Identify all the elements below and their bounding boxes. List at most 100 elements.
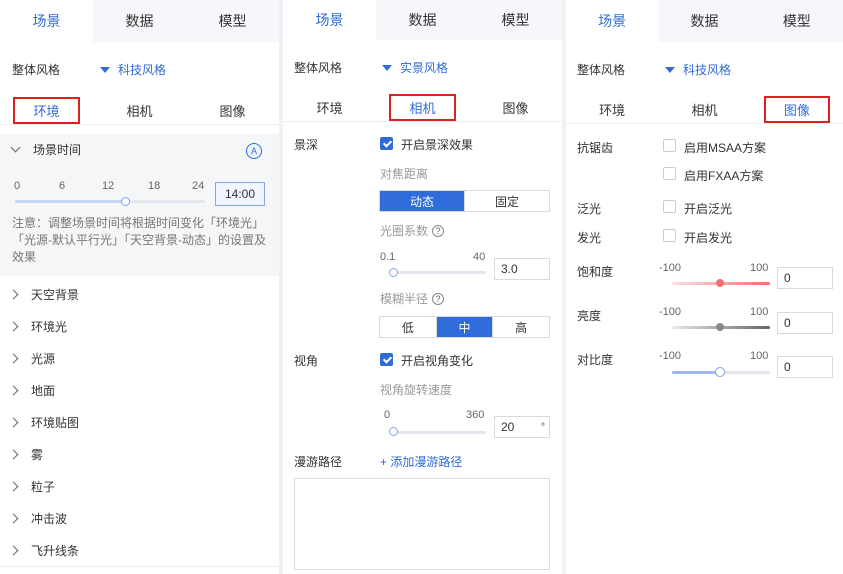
style-select[interactable]: 科技风格	[665, 61, 731, 78]
accordion-item-rising-lines[interactable]: 飞升线条	[0, 534, 279, 567]
accordion-item-envmap[interactable]: 环境贴图	[0, 406, 279, 439]
rotate-input[interactable]: 20 °	[494, 416, 550, 438]
chevron-right-icon	[8, 417, 19, 427]
focus-fixed-button[interactable]: 固定	[465, 191, 549, 211]
subtab-camera[interactable]: 相机	[93, 96, 186, 124]
add-path-link[interactable]: + 添加漫游路径	[380, 453, 462, 470]
accordion-item-ground[interactable]: 地面	[0, 374, 279, 407]
depth-checkbox[interactable]	[380, 137, 393, 150]
blur-low-button[interactable]: 低	[380, 317, 437, 337]
accordion-label: 粒子	[31, 479, 56, 494]
glow-checkbox[interactable]	[663, 229, 676, 242]
view-checkbox-label: 开启视角变化	[401, 354, 474, 368]
saturation-label: 饱和度	[577, 265, 614, 279]
accordion-label: 飞升线条	[31, 543, 80, 558]
auto-time-icon[interactable]: A	[246, 143, 262, 159]
contrast-slider-handle[interactable]	[715, 367, 725, 377]
tab-scene[interactable]: 场景	[566, 0, 659, 42]
tab-data[interactable]: 数据	[376, 0, 469, 40]
focus-dynamic-button[interactable]: 动态	[380, 191, 465, 211]
glow-label: 发光	[577, 231, 602, 245]
accordion-item-fog[interactable]: 雾	[0, 438, 279, 471]
accordion-item-light[interactable]: 光源	[0, 342, 279, 375]
subtab-camera-label: 相机	[389, 93, 456, 121]
brightness-label: 亮度	[577, 309, 602, 323]
fxaa-label: 启用FXAA方案	[684, 169, 764, 183]
accordion-label: 环境光	[31, 319, 68, 334]
subtab-environment[interactable]: 环境	[566, 95, 658, 123]
msaa-checkbox[interactable]	[663, 139, 676, 152]
rotate-slider-track[interactable]	[391, 431, 486, 434]
style-label: 整体风格	[294, 61, 343, 75]
scene-time-header[interactable]: 场景时间	[0, 134, 279, 164]
dropdown-arrow-icon	[382, 64, 392, 71]
brightness-slider-handle[interactable]	[716, 323, 724, 331]
degree-unit: °	[541, 421, 545, 433]
tick-0: 0	[14, 180, 21, 192]
fxaa-checkbox[interactable]	[663, 167, 676, 180]
tab-scene[interactable]: 场景	[0, 0, 93, 42]
rotate-speed-label: 视角旋转速度	[380, 383, 453, 397]
chevron-right-icon	[8, 481, 19, 491]
help-icon[interactable]: ?	[432, 224, 445, 237]
tick-6: 6	[59, 180, 66, 192]
chevron-right-icon	[8, 289, 19, 299]
accordion-label: 环境贴图	[31, 415, 80, 430]
tab-data[interactable]: 数据	[93, 0, 186, 42]
subtab-image[interactable]: 图像	[751, 95, 843, 123]
contrast-input[interactable]: 0	[777, 356, 833, 378]
scene-time-title: 场景时间	[33, 142, 82, 157]
chevron-right-icon	[8, 321, 19, 331]
panel-camera: 场景 数据 模型 整体风格 实景风格 环境 相机 图像 景深 开启景深效果 对焦…	[283, 0, 562, 574]
chevron-right-icon	[8, 353, 19, 363]
accordion-item-shockwave[interactable]: 冲击波	[0, 502, 279, 535]
tab-model[interactable]: 模型	[751, 0, 843, 42]
time-input[interactable]: 14:00	[215, 182, 265, 206]
aperture-slider-handle[interactable]	[389, 268, 398, 277]
subtab-camera[interactable]: 相机	[376, 93, 469, 121]
contrast-slider-fill	[672, 371, 720, 374]
accordion-label: 雾	[31, 447, 44, 462]
chevron-right-icon	[8, 545, 19, 555]
bloom-checkbox[interactable]	[663, 200, 676, 213]
view-checkbox[interactable]	[380, 353, 393, 366]
rotate-min: 0	[384, 409, 391, 421]
subtab-camera[interactable]: 相机	[658, 95, 750, 123]
tab-scene[interactable]: 场景	[283, 0, 376, 40]
accordion-label: 冲击波	[31, 511, 68, 526]
blur-high-button[interactable]: 高	[493, 317, 549, 337]
accordion-item-sky[interactable]: 天空背景	[0, 278, 279, 311]
style-select[interactable]: 实景风格	[382, 59, 448, 76]
aperture-row: 光圈系数 ?	[380, 222, 445, 239]
tick-18: 18	[148, 180, 161, 192]
aperture-min: 0.1	[380, 251, 396, 263]
saturation-input[interactable]: 0	[777, 267, 833, 289]
scene-time-note: 注意：调整场景时间将根据时间变化「环境光」「光源-默认平行光」「天空背景-动态」…	[12, 216, 266, 264]
accordion-item-particles[interactable]: 粒子	[0, 470, 279, 503]
subtab-image[interactable]: 图像	[186, 96, 279, 124]
rotate-slider-handle[interactable]	[389, 427, 398, 436]
tab-model[interactable]: 模型	[186, 0, 279, 42]
brightness-input[interactable]: 0	[777, 312, 833, 334]
aperture-input[interactable]: 3.0	[494, 258, 550, 280]
aperture-slider-track[interactable]	[391, 271, 486, 274]
path-textarea[interactable]	[294, 478, 550, 570]
subtab-environment[interactable]: 环境	[0, 96, 93, 124]
focus-segment: 动态 固定	[379, 190, 550, 212]
dropdown-arrow-icon	[665, 66, 675, 73]
help-icon[interactable]: ?	[432, 292, 445, 305]
focus-label: 对焦距离	[380, 167, 429, 181]
accordion-item-ambient[interactable]: 环境光	[0, 310, 279, 343]
accordion-label: 地面	[31, 383, 56, 398]
tab-data[interactable]: 数据	[658, 0, 750, 42]
saturation-slider-handle[interactable]	[716, 279, 724, 287]
blur-medium-button[interactable]: 中	[436, 317, 494, 337]
style-select[interactable]: 科技风格	[100, 61, 166, 78]
chevron-right-icon	[8, 385, 19, 395]
subtab-image[interactable]: 图像	[469, 93, 562, 121]
tab-model[interactable]: 模型	[469, 0, 562, 40]
aperture-max: 40	[473, 251, 486, 263]
subtab-environment[interactable]: 环境	[283, 93, 376, 121]
rotate-value: 20	[501, 420, 515, 434]
contrast-min: -100	[659, 350, 682, 362]
